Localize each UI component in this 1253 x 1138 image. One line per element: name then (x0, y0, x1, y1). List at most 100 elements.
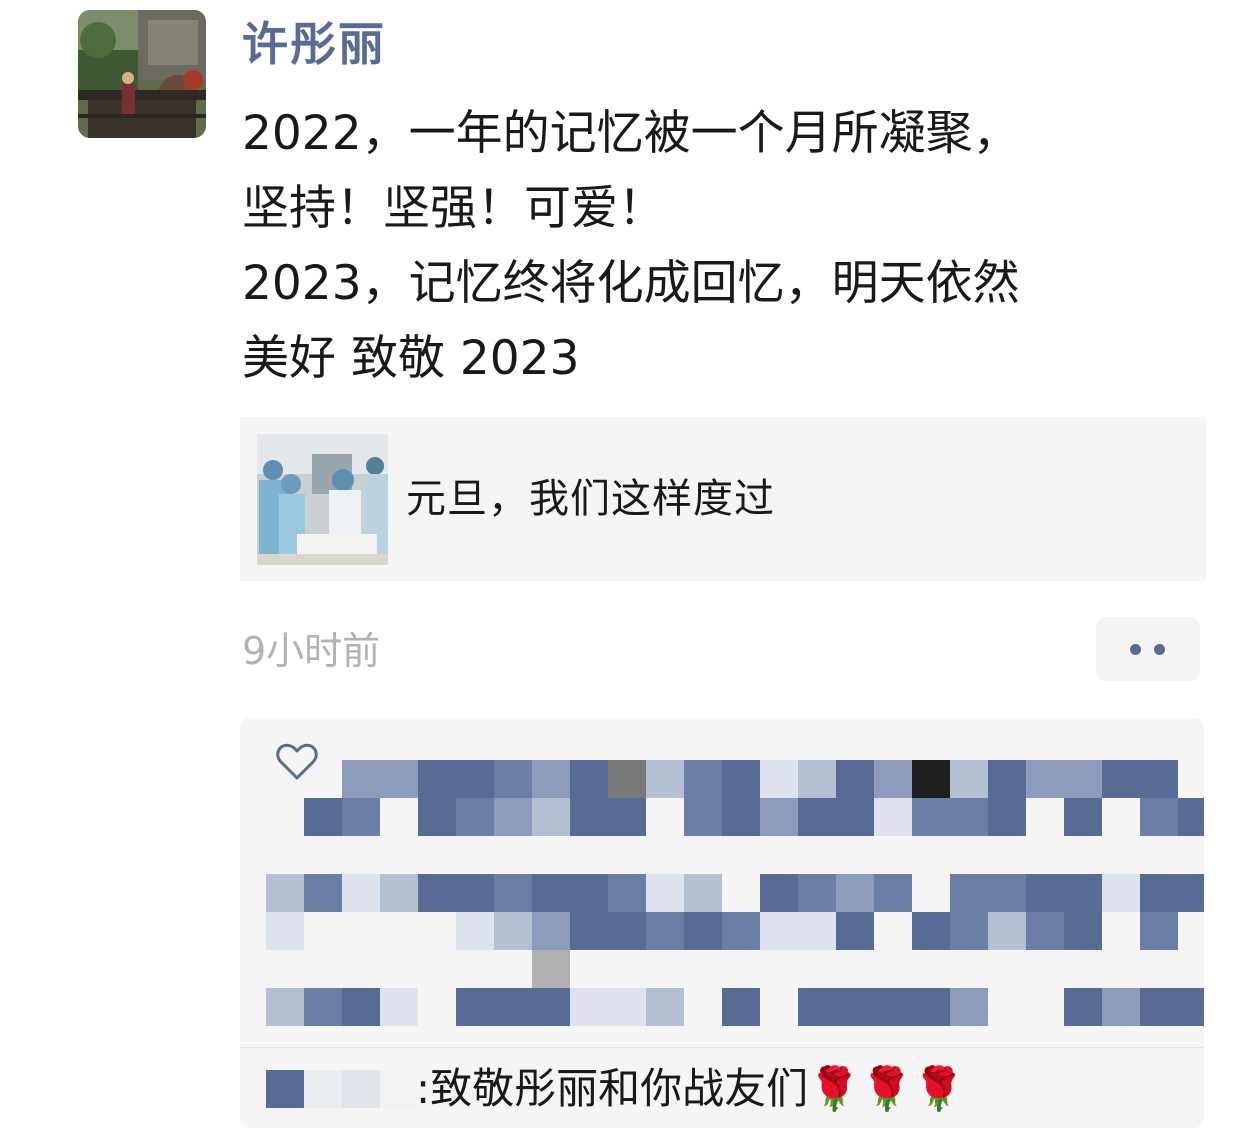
post-text-line: 美好 致敬 2023 (242, 331, 580, 386)
mosaic-block (760, 912, 798, 950)
mosaic-block (1064, 912, 1102, 950)
mosaic-block (912, 912, 950, 950)
likes-comments-panel: :致敬彤丽和你战友们🌹🌹🌹 (240, 718, 1204, 1128)
mosaic-block (532, 950, 570, 988)
post-text-line: 2022，一年的记忆被一个月所凝聚， (242, 106, 1020, 161)
mosaic-block (1178, 760, 1204, 798)
mosaic-block (874, 798, 912, 836)
mosaic-block (1102, 798, 1140, 836)
mosaic-block (456, 988, 494, 1026)
mosaic-block (1140, 760, 1178, 798)
mosaic-block (722, 760, 760, 798)
mosaic-block (342, 798, 380, 836)
mosaic-block (760, 798, 798, 836)
mosaic-block (912, 988, 950, 1026)
post-text: 2022，一年的记忆被一个月所凝聚， 坚持！坚强！可爱！ 2023，记忆终将化成… (242, 96, 1202, 396)
mosaic-block (304, 988, 342, 1026)
mosaic-block (1064, 798, 1102, 836)
mosaic-block (912, 874, 950, 912)
mosaic-block (1026, 912, 1064, 950)
mosaic-block (684, 798, 722, 836)
mosaic-block (646, 760, 684, 798)
author-avatar[interactable] (78, 10, 206, 138)
mosaic-block (418, 798, 456, 836)
mosaic-block (342, 912, 380, 950)
mosaic-block (456, 760, 494, 798)
author-name[interactable]: 许彤丽 (242, 14, 386, 74)
mosaic-block (722, 798, 760, 836)
mosaic-block (418, 988, 456, 1026)
mosaic-block (1140, 874, 1178, 912)
mosaic-block (912, 760, 950, 798)
mosaic-block (266, 912, 304, 950)
comment-separator: : (416, 1064, 431, 1113)
mosaic-block (570, 760, 608, 798)
mosaic-block (1178, 874, 1204, 912)
mosaic-block (874, 988, 912, 1026)
mosaic-block (418, 874, 456, 912)
mosaic-block (950, 874, 988, 912)
mosaic-block (608, 988, 646, 1026)
mosaic-block (950, 988, 988, 1026)
mosaic-block (266, 988, 304, 1026)
mosaic-block (608, 760, 646, 798)
mosaic-block (722, 912, 760, 950)
mosaic-block (1140, 988, 1178, 1026)
mosaic-block (950, 760, 988, 798)
mosaic-block (684, 760, 722, 798)
mosaic-block (646, 874, 684, 912)
mosaic-block (266, 874, 304, 912)
mosaic-block (418, 912, 456, 950)
mosaic-block (646, 798, 684, 836)
mosaic-block (836, 874, 874, 912)
more-dots-icon (1130, 644, 1141, 655)
mosaic-block (570, 874, 608, 912)
mosaic-block (532, 874, 570, 912)
mosaic-block (304, 798, 342, 836)
mosaic-block (988, 874, 1026, 912)
mosaic-block (798, 798, 836, 836)
mosaic-block (494, 988, 532, 1026)
mosaic-block (380, 874, 418, 912)
mosaic-block (304, 874, 342, 912)
mosaic-block (456, 874, 494, 912)
mosaic-block (988, 988, 1026, 1026)
mosaic-block (836, 912, 874, 950)
comment-item[interactable]: :致敬彤丽和你战友们🌹🌹🌹 (266, 1062, 965, 1116)
avatar-image (78, 10, 206, 138)
mosaic-block (722, 874, 760, 912)
mosaic-block (380, 988, 418, 1026)
mosaic-block (570, 798, 608, 836)
mosaic-block (1102, 912, 1140, 950)
mosaic-block (494, 760, 532, 798)
divider (240, 1047, 1204, 1048)
mosaic-block (304, 912, 342, 950)
mosaic-block (760, 874, 798, 912)
mosaic-block (988, 912, 1026, 950)
mosaic-block (760, 760, 798, 798)
mosaic-block (1026, 760, 1064, 798)
link-thumbnail (257, 434, 388, 565)
mosaic-block (798, 912, 836, 950)
mosaic-block (494, 874, 532, 912)
mosaic-block (570, 912, 608, 950)
mosaic-block (532, 798, 570, 836)
mosaic-block (836, 798, 874, 836)
more-button[interactable] (1096, 617, 1200, 681)
mosaic-block (608, 912, 646, 950)
comment-author-pixelated[interactable] (266, 1062, 416, 1116)
mosaic-block (798, 988, 836, 1026)
mosaic-block (608, 798, 646, 836)
mosaic-block (494, 798, 532, 836)
mosaic-block (1102, 988, 1140, 1026)
mosaic-block (988, 760, 1026, 798)
post-timestamp: 9小时前 (242, 629, 381, 673)
mosaic-block (570, 988, 608, 1026)
shared-link-card[interactable]: 元旦，我们这样度过 (240, 417, 1206, 581)
mosaic-block (1064, 988, 1102, 1026)
mosaic-block (342, 874, 380, 912)
mosaic-block (798, 760, 836, 798)
mosaic-block (874, 874, 912, 912)
post-text-line: 2023，记忆终将化成回忆，明天依然 (242, 256, 1020, 311)
mosaic-block (532, 760, 570, 798)
